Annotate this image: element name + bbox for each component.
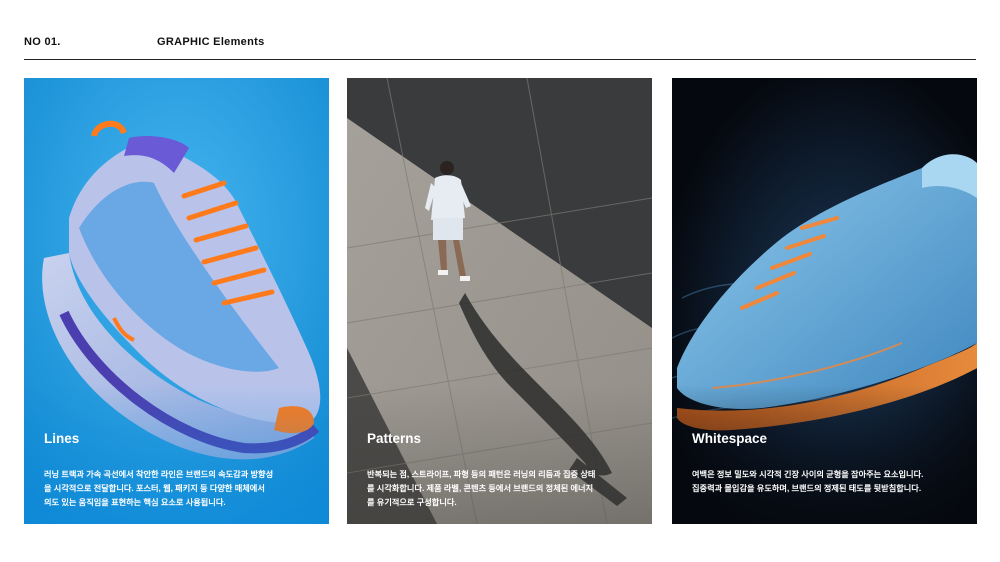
card-overlay	[672, 384, 977, 524]
card-lines: Lines 러닝 트랙과 가속 곡선에서 착안한 라인은 브랜드의 속도감과 방…	[24, 78, 329, 524]
card-description: 여백은 정보 밀도와 시각적 긴장 사이의 균형을 잡아주는 요소입니다. 집중…	[692, 470, 924, 493]
section-number: NO 01.	[24, 36, 61, 48]
header-divider	[24, 59, 976, 60]
card-title: Patterns	[367, 431, 422, 446]
card-title: Lines	[44, 431, 80, 446]
card-description: 반복되는 점, 스트라이프, 파형 등의 패턴은 러닝의 리듬과 집중 상태 를…	[367, 470, 596, 507]
card-whitespace: Whitespace 여백은 정보 밀도와 시각적 긴장 사이의 균형을 잡아주…	[672, 78, 977, 524]
section-title: GRAPHIC Elements	[157, 36, 265, 48]
card-title: Whitespace	[692, 431, 768, 446]
card-patterns: Patterns 반복되는 점, 스트라이프, 파형 등의 패턴은 러닝의 리듬…	[347, 78, 652, 524]
card-description: 러닝 트랙과 가속 곡선에서 착안한 라인은 브랜드의 속도감과 방향성 을 시…	[44, 470, 274, 507]
